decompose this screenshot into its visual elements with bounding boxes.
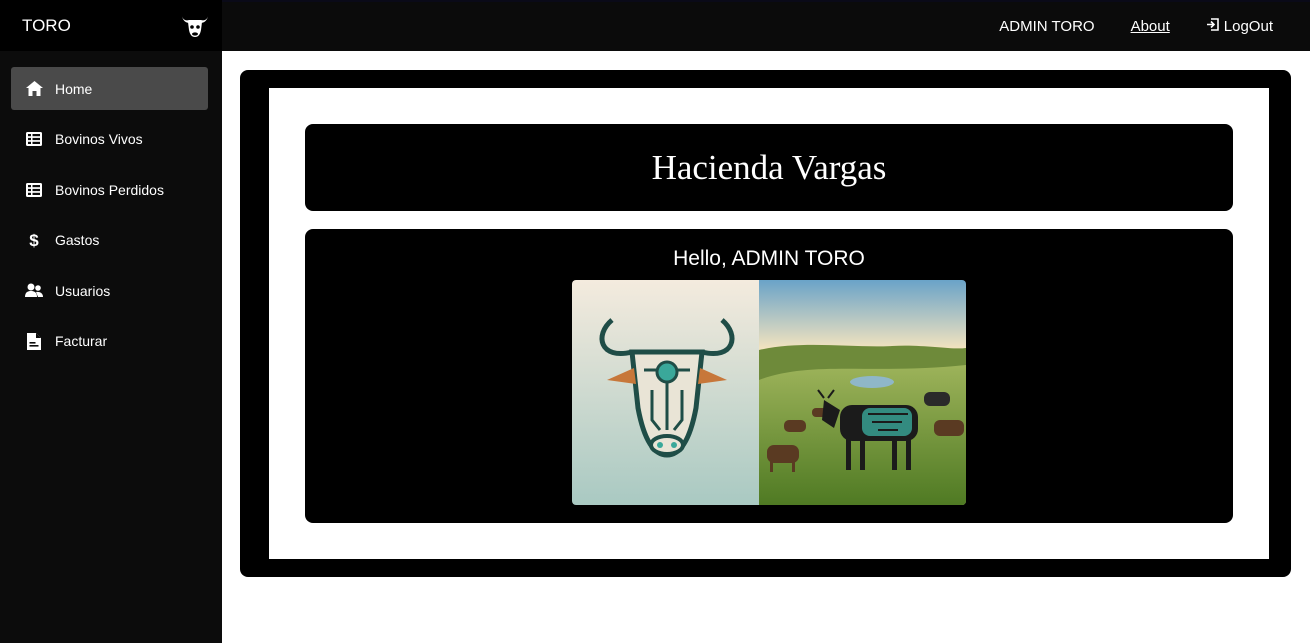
about-link[interactable]: About (1131, 18, 1170, 35)
title-card: Hacienda Vargas (305, 124, 1233, 211)
welcome-card: Hello, ADMIN TORO (305, 229, 1233, 523)
sidebar: Home Bovinos Vivos Bovinos Perdidos $ Ga… (0, 51, 222, 643)
svg-text:$: $ (29, 231, 39, 249)
table-list-icon (25, 181, 43, 199)
logout-link[interactable]: LogOut (1206, 18, 1273, 35)
sidebar-item-label: Bovinos Vivos (55, 131, 143, 147)
brand-title[interactable]: TORO (22, 16, 71, 36)
sidebar-item-label: Gastos (55, 232, 100, 248)
sidebar-item-bovinos-vivos[interactable]: Bovinos Vivos (11, 118, 208, 161)
hero-image (572, 280, 966, 505)
sidebar-item-facturar[interactable]: Facturar (11, 320, 208, 363)
sidebar-item-bovinos-perdidos[interactable]: Bovinos Perdidos (11, 168, 208, 211)
sidebar-item-label: Home (55, 80, 93, 97)
top-navbar: ADMIN TORO About LogOut (222, 0, 1310, 51)
home-icon (25, 80, 43, 98)
invoice-icon (25, 332, 43, 350)
bull-head-icon (180, 13, 210, 39)
dollar-icon: $ (25, 231, 43, 249)
greeting-text: Hello, ADMIN TORO (673, 247, 865, 270)
sidebar-item-usuarios[interactable]: Usuarios (11, 269, 208, 312)
users-icon (25, 282, 43, 300)
sidebar-item-home[interactable]: Home (11, 67, 208, 110)
main-panel-inner: Hacienda Vargas Hello, ADMIN TORO (269, 88, 1269, 559)
main-panel: Hacienda Vargas Hello, ADMIN TORO (240, 70, 1291, 577)
user-name[interactable]: ADMIN TORO (999, 18, 1094, 35)
table-list-icon (25, 130, 43, 148)
page-title: Hacienda Vargas (651, 147, 887, 187)
sidebar-item-gastos[interactable]: $ Gastos (11, 219, 208, 262)
sidebar-item-label: Usuarios (55, 282, 111, 299)
logout-label: LogOut (1223, 18, 1273, 35)
sidebar-item-label: Bovinos Perdidos (55, 181, 164, 198)
sidebar-item-label: Facturar (55, 333, 108, 349)
logout-icon (1206, 18, 1219, 35)
brand-header[interactable]: TORO (0, 0, 222, 51)
